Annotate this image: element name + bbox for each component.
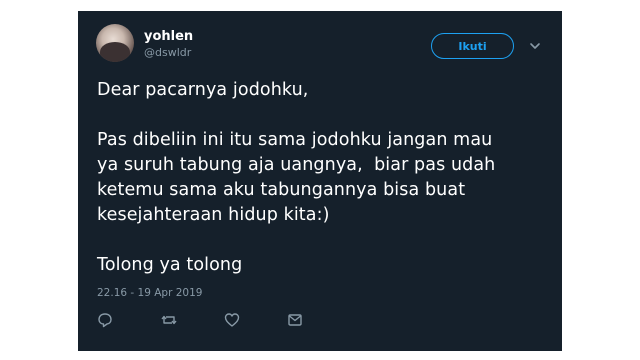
- tweet-text: Dear pacarnya jodohku, Pas dibeliin ini …: [97, 78, 547, 303]
- tweet-paragraph: Dear pacarnya jodohku,: [97, 80, 309, 100]
- like-icon[interactable]: [223, 311, 241, 329]
- retweet-icon[interactable]: [160, 311, 178, 329]
- message-icon[interactable]: [286, 311, 304, 329]
- tweet-card: yohlen @dswldr Ikuti Dear pacarnya jodoh…: [78, 11, 562, 351]
- tweet-timestamp[interactable]: 22.16 - 19 Apr 2019: [97, 287, 202, 299]
- tweet-paragraph: Pas dibeliin ini itu sama jodohku jangan…: [97, 130, 496, 225]
- tweet-actions: [78, 311, 562, 331]
- follow-button[interactable]: Ikuti: [431, 33, 514, 59]
- reply-icon[interactable]: [96, 311, 114, 329]
- avatar[interactable]: [96, 24, 134, 62]
- user-name[interactable]: yohlen: [144, 29, 193, 44]
- tweet-paragraph: Tolong ya tolong: [97, 255, 243, 275]
- chevron-down-icon[interactable]: [528, 39, 542, 53]
- user-handle[interactable]: @dswldr: [144, 46, 191, 59]
